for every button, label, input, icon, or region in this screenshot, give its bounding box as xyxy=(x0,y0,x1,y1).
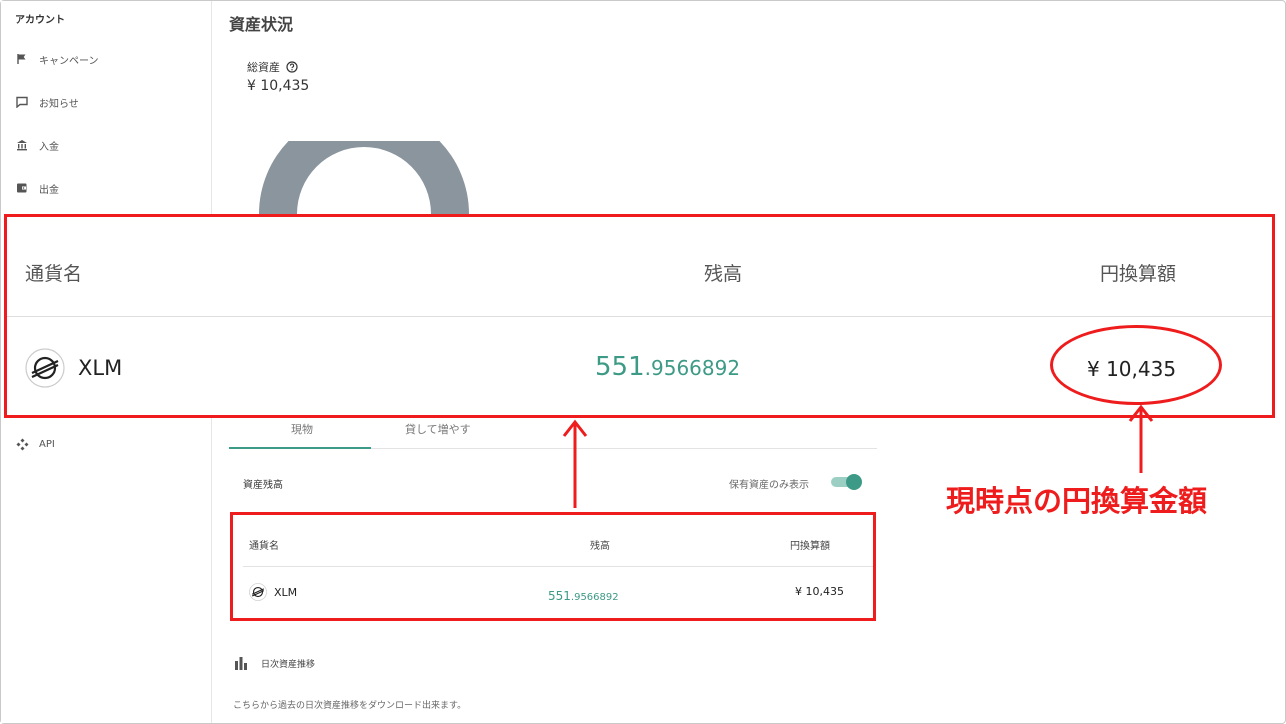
highlight-ellipse-jpy xyxy=(1050,325,1222,405)
sidebar-item-label: 出金 xyxy=(39,184,59,196)
message-icon xyxy=(15,95,29,109)
holdings-only-toggle[interactable] xyxy=(831,474,863,490)
total-assets-value: ¥ 10,435 xyxy=(247,78,310,94)
donut-segment-xlm xyxy=(259,141,469,214)
magnified-header-jpy: 円換算額 xyxy=(1100,263,1177,285)
flag-icon xyxy=(15,52,29,66)
magnified-balance-dec: .9566892 xyxy=(644,356,741,380)
toggle-knob xyxy=(846,474,862,490)
magnified-coin-name: XLM xyxy=(78,356,123,380)
tab-spot[interactable]: 現物 xyxy=(291,421,313,437)
magnified-row-coin: XLM xyxy=(25,348,122,388)
tab-lending[interactable]: 貸して増やす xyxy=(405,421,471,437)
api-icon xyxy=(15,437,29,451)
magnified-header-balance: 残高 xyxy=(704,263,743,285)
tab-active-indicator xyxy=(229,447,371,449)
sidebar-item-campaign[interactable]: キャンペーン xyxy=(15,49,99,69)
daily-history-link[interactable]: 日次資産推移 xyxy=(233,655,315,671)
asset-donut-chart xyxy=(259,141,469,214)
total-assets-label-text: 総資産 xyxy=(247,61,280,74)
sidebar-item-label: お知らせ xyxy=(39,98,79,110)
sidebar-item-deposit[interactable]: 入金 xyxy=(15,135,59,155)
wallet-icon xyxy=(15,181,29,195)
page-title: 資産状況 xyxy=(229,15,294,34)
bar-chart-icon xyxy=(233,655,249,671)
magnified-header-currency: 通貨名 xyxy=(25,263,83,285)
sidebar-heading: アカウント xyxy=(15,15,65,26)
arrow-up-icon xyxy=(562,419,588,508)
sidebar-item-withdraw[interactable]: 出金 xyxy=(15,178,59,198)
sidebar-item-label: キャンペーン xyxy=(39,55,99,67)
help-icon[interactable] xyxy=(286,61,298,73)
callout-text: 現時点の円換算金額 xyxy=(946,484,1208,518)
sidebar-item-label: 入金 xyxy=(39,141,59,153)
download-note: こちらから過去の日次資産推移をダウンロード出来ます。 xyxy=(233,701,467,711)
magnified-balance: 551.9566892 xyxy=(595,352,740,382)
bank-icon xyxy=(15,138,29,152)
magnified-divider xyxy=(7,316,1272,317)
total-assets-label: 総資産 xyxy=(247,59,298,75)
daily-history-label: 日次資産推移 xyxy=(261,659,316,670)
sidebar-item-api[interactable]: API xyxy=(15,434,55,454)
magnified-balance-int: 551 xyxy=(595,352,645,382)
stellar-icon xyxy=(25,348,65,388)
sidebar-item-news[interactable]: お知らせ xyxy=(15,92,79,112)
holdings-title: 資産残高 xyxy=(243,480,283,491)
asset-tabs: 現物 貸して増やす xyxy=(229,415,877,449)
toggle-label: 保有資産のみ表示 xyxy=(729,480,809,491)
highlight-box-table xyxy=(230,512,876,621)
arrow-up-icon xyxy=(1128,404,1154,473)
sidebar-item-label: API xyxy=(39,438,55,450)
